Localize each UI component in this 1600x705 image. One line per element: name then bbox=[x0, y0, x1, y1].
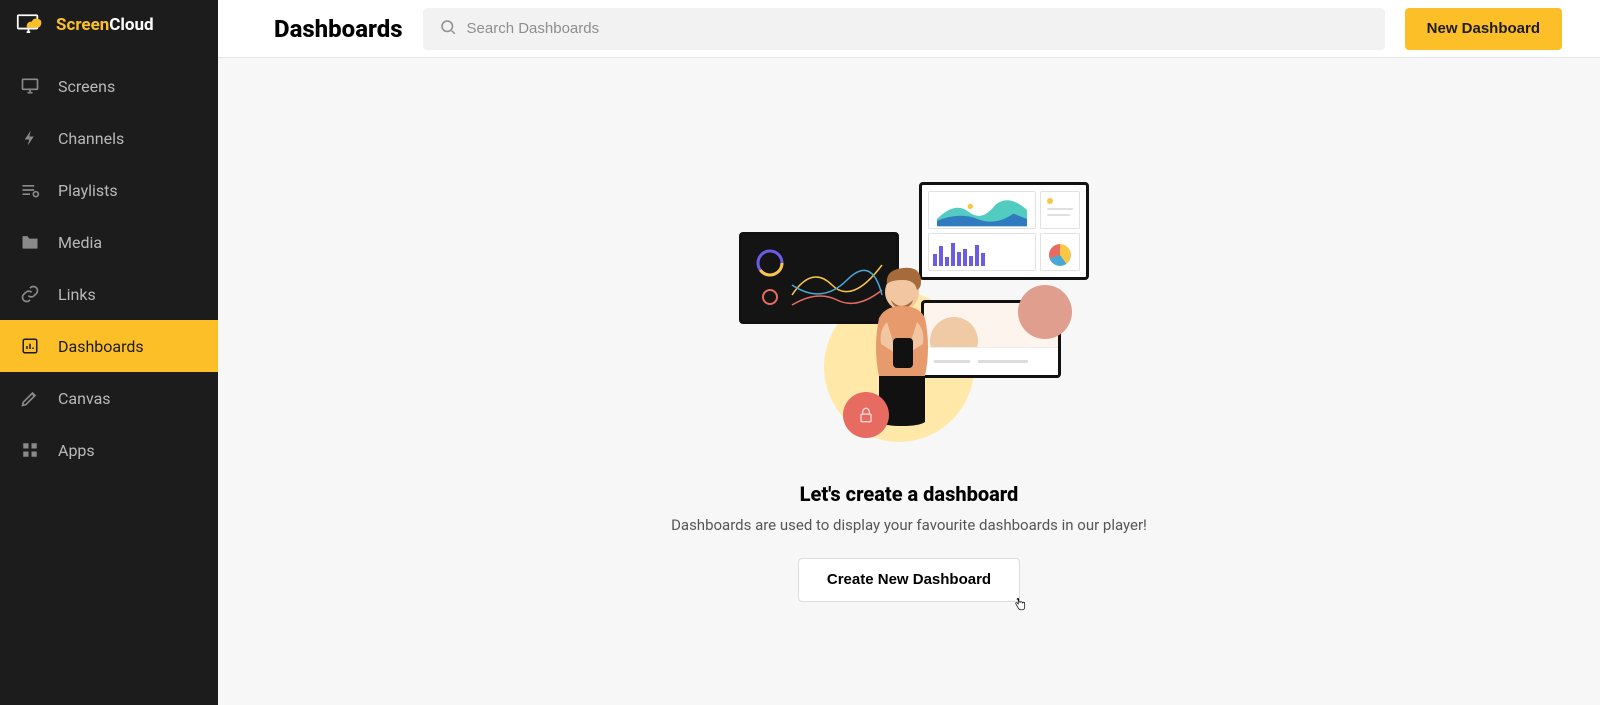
brand-logo: ScreenCloud bbox=[0, 10, 218, 60]
sidebar-item-screens[interactable]: Screens bbox=[0, 60, 218, 112]
sidebar-item-label: Channels bbox=[58, 129, 124, 148]
brand-name-b: Cloud bbox=[109, 15, 153, 35]
create-new-dashboard-button[interactable]: Create New Dashboard bbox=[798, 558, 1020, 602]
search-icon bbox=[439, 18, 457, 40]
search-box[interactable] bbox=[423, 8, 1385, 50]
sidebar-item-label: Media bbox=[58, 233, 102, 252]
sidebar-item-label: Canvas bbox=[58, 389, 111, 408]
pen-icon bbox=[20, 388, 40, 408]
playlist-icon bbox=[20, 180, 40, 200]
sidebar-item-label: Dashboards bbox=[58, 337, 144, 356]
page-title: Dashboards bbox=[274, 15, 403, 43]
bolt-icon bbox=[20, 128, 40, 148]
sidebar-item-dashboards[interactable]: Dashboards bbox=[0, 320, 218, 372]
bar-chart-icon bbox=[20, 336, 40, 356]
sidebar-item-channels[interactable]: Channels bbox=[0, 112, 218, 164]
empty-state-illustration bbox=[729, 172, 1089, 452]
monitor-icon bbox=[20, 76, 40, 96]
sidebar-item-media[interactable]: Media bbox=[0, 216, 218, 268]
empty-state-title: Let's create a dashboard bbox=[800, 482, 1019, 506]
sidebar-nav: Screens Channels Playlists Media Links bbox=[0, 60, 218, 476]
apps-grid-icon bbox=[20, 440, 40, 460]
content-area: Let's create a dashboard Dashboards are … bbox=[218, 58, 1600, 705]
sidebar-item-label: Links bbox=[58, 285, 96, 304]
new-dashboard-button[interactable]: New Dashboard bbox=[1405, 8, 1562, 50]
main: Dashboards New Dashboard bbox=[218, 0, 1600, 705]
brand-logo-icon bbox=[16, 14, 48, 36]
sidebar-item-playlists[interactable]: Playlists bbox=[0, 164, 218, 216]
link-icon bbox=[20, 284, 40, 304]
folder-icon bbox=[20, 232, 40, 252]
topbar: Dashboards New Dashboard bbox=[218, 0, 1600, 58]
sidebar-item-links[interactable]: Links bbox=[0, 268, 218, 320]
sidebar-item-canvas[interactable]: Canvas bbox=[0, 372, 218, 424]
sidebar: ScreenCloud Screens Channels Playlists bbox=[0, 0, 218, 705]
sidebar-item-apps[interactable]: Apps bbox=[0, 424, 218, 476]
cursor-hand-icon bbox=[1013, 595, 1027, 613]
empty-state: Let's create a dashboard Dashboards are … bbox=[671, 172, 1147, 602]
sidebar-item-label: Apps bbox=[58, 441, 95, 460]
empty-state-subtitle: Dashboards are used to display your favo… bbox=[671, 516, 1147, 534]
create-new-dashboard-label: Create New Dashboard bbox=[827, 571, 991, 588]
sidebar-item-label: Playlists bbox=[58, 181, 118, 200]
brand-name-a: Screen bbox=[56, 15, 109, 35]
search-input[interactable] bbox=[467, 20, 1369, 37]
sidebar-item-label: Screens bbox=[58, 77, 115, 96]
